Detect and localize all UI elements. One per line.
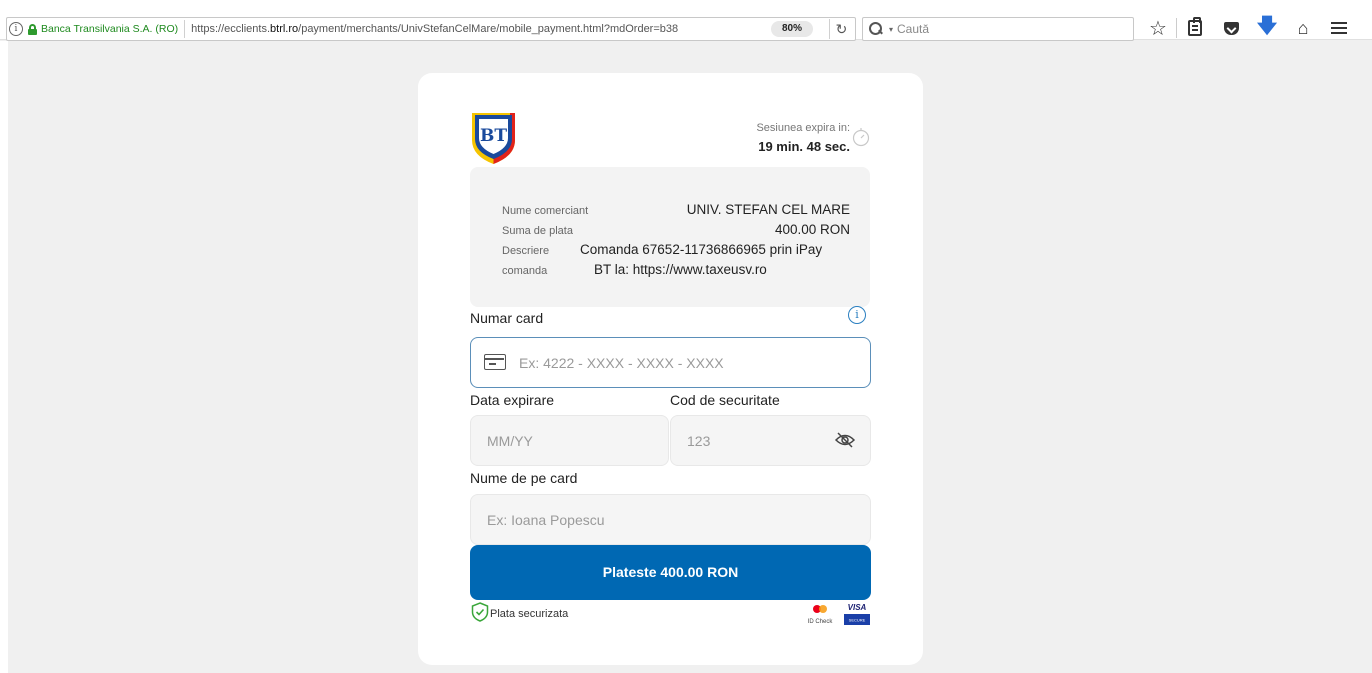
url-text[interactable]: https://ecclients.btrl.ro/payment/mercha… bbox=[191, 23, 678, 35]
session-label: Sesiunea expira in: bbox=[756, 122, 850, 134]
cardholder-input[interactable] bbox=[471, 495, 870, 544]
visa-text: VISA bbox=[848, 603, 867, 612]
merchant-name-label: Nume comerciant bbox=[502, 205, 589, 217]
address-bar[interactable]: i Banca Transilvania S.A. (RO) https://e… bbox=[6, 17, 856, 41]
cardholder-label: Nume de pe card bbox=[470, 470, 578, 486]
stopwatch-icon bbox=[852, 128, 870, 147]
url-domain: btrl.ro bbox=[270, 23, 299, 35]
cvv-label: Cod de securitate bbox=[670, 392, 780, 408]
separator bbox=[184, 20, 186, 38]
toolbar-icons: ☆ 🡇 ⌂ bbox=[1140, 14, 1357, 42]
browser-toolbar: i Banca Transilvania S.A. (RO) https://e… bbox=[0, 0, 1372, 42]
info-icon[interactable]: i bbox=[848, 306, 866, 324]
pay-button[interactable]: Plateste 400.00 RON bbox=[470, 545, 871, 600]
visa-secure-text: SECURE bbox=[849, 618, 866, 623]
reading-list-icon[interactable] bbox=[1177, 14, 1213, 42]
amount-label: Suma de plata bbox=[502, 225, 573, 237]
search-icon[interactable] bbox=[869, 22, 885, 36]
search-bar[interactable]: ▾ Caută bbox=[862, 17, 1134, 41]
url-prefix: https://ecclients. bbox=[191, 23, 271, 35]
download-icon[interactable]: 🡇 bbox=[1249, 14, 1285, 42]
bt-logo-text: BT bbox=[480, 126, 507, 146]
visa-secure-icon: VISA SECURE bbox=[844, 603, 870, 625]
merchant-details: Nume comerciant UNIV. STEFAN CEL MARE Su… bbox=[470, 167, 870, 307]
bt-logo-icon: BT bbox=[472, 113, 515, 164]
secure-payment-text: Plata securizata bbox=[490, 608, 569, 620]
shield-check-icon bbox=[471, 602, 489, 622]
expiry-field[interactable] bbox=[470, 415, 669, 466]
menu-icon[interactable] bbox=[1321, 14, 1357, 42]
home-icon[interactable]: ⌂ bbox=[1285, 14, 1321, 42]
description-value-line2: BT la: https://www.taxeusv.ro bbox=[594, 262, 767, 277]
eye-off-icon[interactable] bbox=[834, 430, 856, 450]
lock-icon[interactable] bbox=[28, 23, 37, 35]
session-timer: 19 min. 48 sec. bbox=[758, 139, 850, 154]
reload-icon[interactable]: ↻ bbox=[829, 19, 853, 39]
zoom-indicator[interactable]: 80% bbox=[771, 21, 813, 37]
card-number-field[interactable] bbox=[470, 337, 871, 388]
url-path: /payment/merchants/UnivStefanCelMare/mob… bbox=[298, 23, 679, 35]
card-number-label: Numar card bbox=[470, 310, 544, 326]
payment-card: BT Sesiunea expira in: 19 min. 48 sec. N… bbox=[418, 73, 923, 665]
description-label-line2: comanda bbox=[502, 265, 548, 277]
expiry-label: Data expirare bbox=[470, 392, 555, 408]
cardholder-field[interactable] bbox=[470, 494, 871, 545]
amount-value: 400.00 RON bbox=[774, 222, 850, 237]
card-number-input[interactable] bbox=[471, 338, 870, 387]
description-label: Descriere bbox=[502, 245, 550, 257]
cvv-field[interactable] bbox=[670, 415, 871, 466]
mastercard-id-check-icon: ID Check bbox=[808, 605, 834, 625]
info-icon[interactable]: i bbox=[9, 22, 23, 36]
bookmark-star-icon[interactable]: ☆ bbox=[1140, 14, 1176, 42]
search-placeholder: Caută bbox=[897, 22, 930, 36]
page-edge bbox=[0, 41, 8, 673]
pocket-icon[interactable] bbox=[1213, 14, 1249, 42]
merchant-name-value: UNIV. STEFAN CEL MARE bbox=[686, 202, 850, 217]
description-value: Comanda 67652-11736866965 prin iPay bbox=[580, 242, 823, 257]
site-identity[interactable]: Banca Transilvania S.A. (RO) bbox=[41, 23, 178, 35]
id-check-text: ID Check bbox=[808, 619, 834, 625]
expiry-input[interactable] bbox=[471, 416, 668, 465]
search-engine-chevron-icon[interactable]: ▾ bbox=[889, 25, 893, 34]
